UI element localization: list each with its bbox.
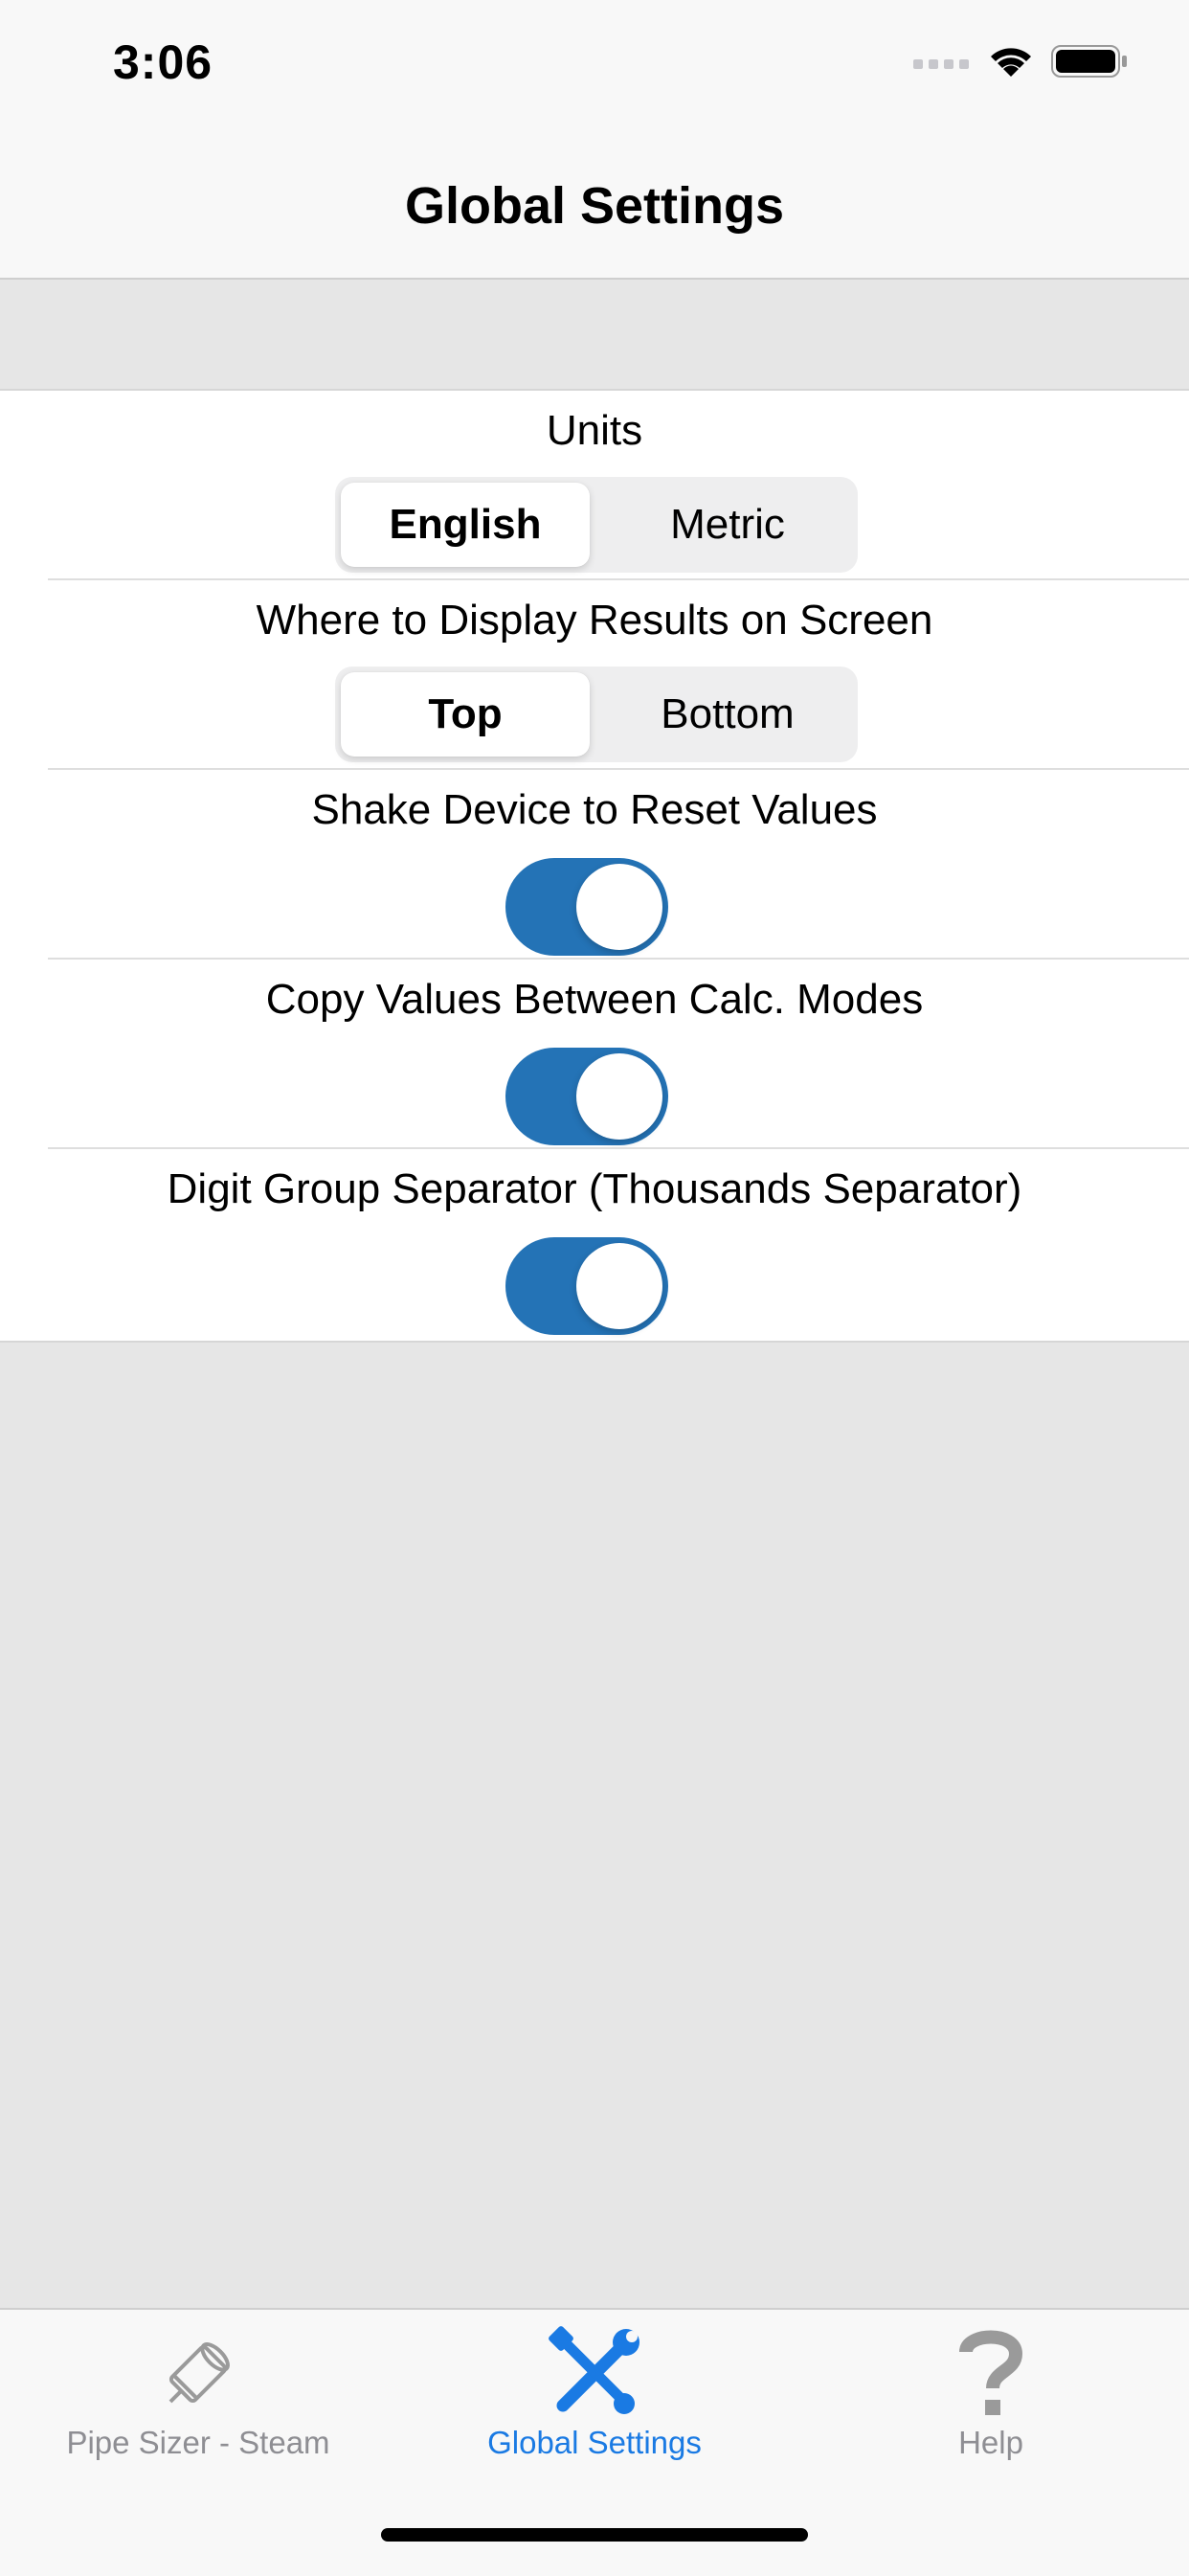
tab-pipe-sizer-steam-label: Pipe Sizer - Steam: [66, 2425, 330, 2460]
tab-help[interactable]: Help: [793, 2310, 1189, 2482]
toggle-knob: [576, 864, 662, 950]
tab-help-label: Help: [958, 2425, 1023, 2460]
display-results-segmented-control: Top Bottom: [335, 667, 858, 762]
page-title: Global Settings: [404, 177, 785, 235]
cellular-signal-icon: [913, 59, 969, 69]
units-option-english[interactable]: English: [341, 483, 590, 567]
settings-list: Units English Metric Where to Display Re…: [0, 389, 1189, 1343]
home-indicator[interactable]: [381, 2528, 808, 2542]
battery-icon: [1051, 45, 1127, 78]
shake-reset-label: Shake Device to Reset Values: [311, 786, 878, 833]
setting-row-shake-reset: Shake Device to Reset Values: [0, 770, 1189, 960]
toggle-knob: [576, 1053, 662, 1140]
toggle-knob: [576, 1243, 662, 1329]
pipe-icon: [0, 2323, 396, 2425]
digit-separator-toggle[interactable]: [505, 1237, 668, 1335]
status-icons: [913, 44, 1128, 79]
copy-values-toggle[interactable]: [505, 1048, 668, 1145]
display-results-label: Where to Display Results on Screen: [256, 597, 933, 644]
setting-row-digit-separator: Digit Group Separator (Thousands Separat…: [0, 1149, 1189, 1339]
display-results-option-bottom[interactable]: Bottom: [603, 672, 852, 757]
tab-pipe-sizer-steam[interactable]: Pipe Sizer - Steam: [0, 2310, 396, 2482]
status-bar: 3:06: [0, 0, 1189, 134]
wifi-icon: [991, 48, 1031, 77]
wrench-screwdriver-icon: [396, 2323, 793, 2425]
units-label: Units: [546, 407, 643, 454]
tab-global-settings[interactable]: Global Settings: [396, 2310, 793, 2482]
units-segmented-control: English Metric: [335, 477, 858, 573]
shake-reset-toggle[interactable]: [505, 858, 668, 956]
status-time: 3:06: [113, 35, 213, 89]
question-mark-icon: [793, 2323, 1189, 2425]
setting-row-units: Units English Metric: [0, 391, 1189, 580]
copy-values-label: Copy Values Between Calc. Modes: [265, 976, 924, 1023]
digit-separator-label: Digit Group Separator (Thousands Separat…: [167, 1165, 1022, 1212]
setting-row-display-results: Where to Display Results on Screen Top B…: [0, 580, 1189, 770]
units-option-metric[interactable]: Metric: [603, 483, 852, 567]
navigation-bar: Global Settings: [0, 134, 1189, 280]
tab-global-settings-label: Global Settings: [487, 2425, 702, 2460]
setting-row-copy-values: Copy Values Between Calc. Modes: [0, 960, 1189, 1149]
display-results-option-top[interactable]: Top: [341, 672, 590, 757]
